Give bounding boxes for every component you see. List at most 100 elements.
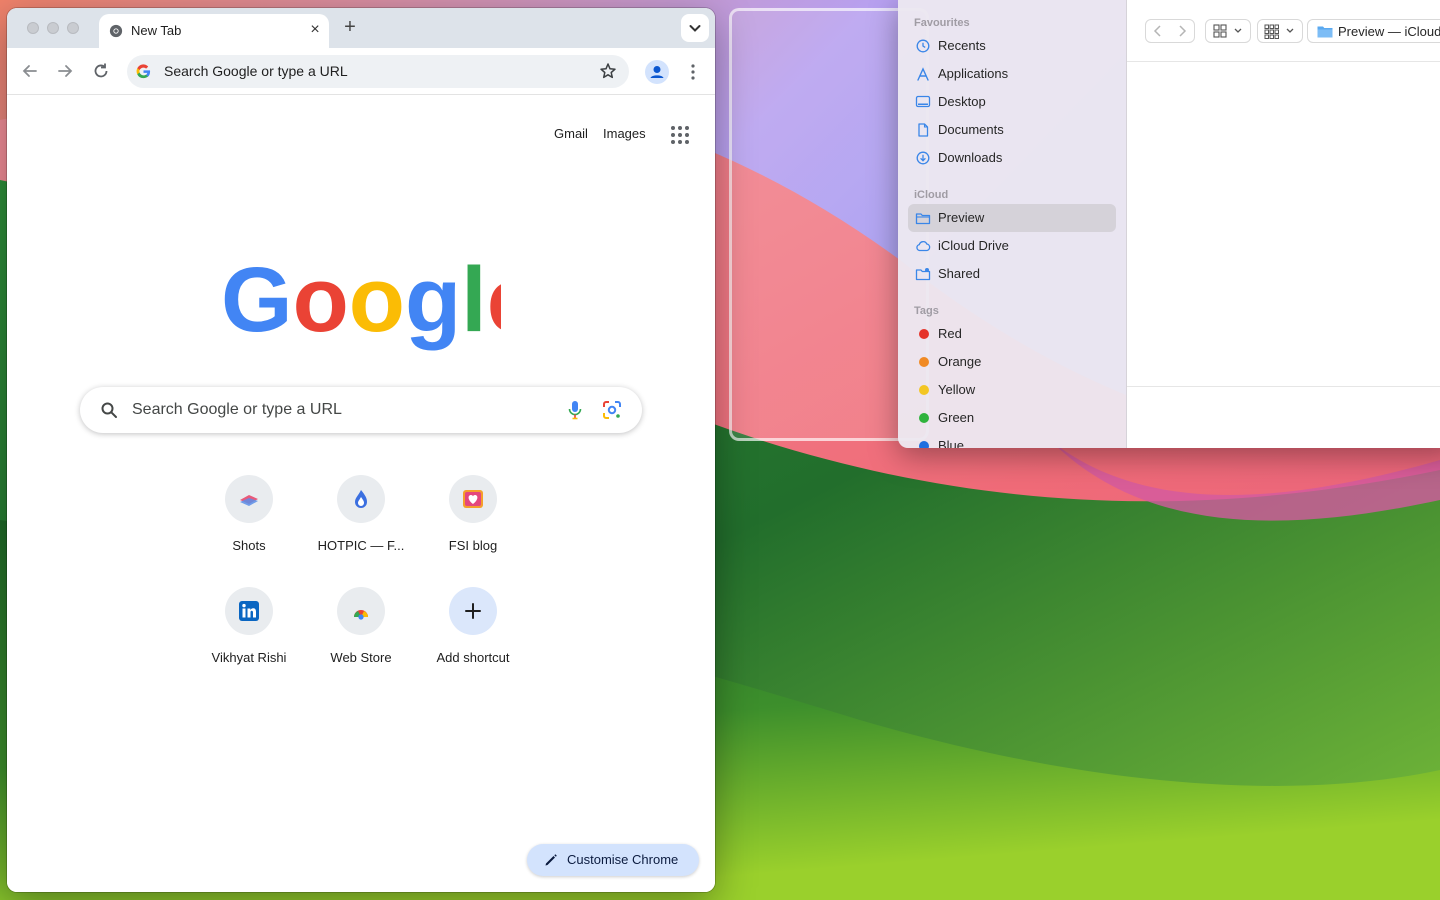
reload-icon[interactable] [90,60,112,82]
linkedin-icon [239,601,259,621]
sidebar-item-label: Desktop [938,94,986,109]
google-logo: Google [221,251,501,351]
chrome-window: New Tab × + Search Google or type a URL … [7,8,715,892]
cloud-icon [916,241,931,252]
shortcut-vikhyat-rishi[interactable]: Vikhyat Rishi [193,587,305,687]
close-window-button[interactable] [27,22,39,34]
shortcut-hotpic[interactable]: HOTPIC — F... [305,475,417,575]
tab-title: New Tab [131,23,182,38]
tab-new-tab[interactable]: New Tab × [99,14,329,48]
google-apps-icon[interactable] [670,125,690,145]
shortcut-label: FSI blog [448,538,498,553]
add-shortcut-button[interactable]: Add shortcut [417,587,529,687]
path-title[interactable]: Preview — iCloud [1307,19,1440,43]
new-tab-button[interactable]: + [339,17,361,39]
google-g-icon [136,64,151,79]
sidebar-item-icloud-drive[interactable]: iCloud Drive [908,232,1116,260]
shortcut-tile [449,587,497,635]
tab-search-button[interactable] [681,14,709,42]
sidebar-item-label: Green [938,410,975,425]
finder-toolbar: Preview — iCloud [1127,0,1440,62]
zoom-window-button[interactable] [67,22,79,34]
folder-icon [915,213,931,225]
group-icon [1264,24,1294,39]
logo-letter: g [405,251,461,351]
svg-text:Google: Google [221,251,501,351]
hotpic-icon [355,490,367,508]
sidebar-item-label: Orange [938,354,982,369]
more-vert-icon[interactable] [683,60,703,84]
new-tab-page: Gmail Images Google Search Google or typ… [7,96,715,892]
shortcut-web-store[interactable]: Web Store [305,587,417,687]
shots-icon [240,495,258,506]
group-by-button[interactable] [1257,19,1303,43]
sidebar-tag-orange[interactable]: Orange [908,348,1116,376]
shortcut-label: Shots [232,538,266,553]
fsi-blog-icon [463,490,483,508]
view-mode-button[interactable] [1205,19,1251,43]
shortcut-label: Vikhyat Rishi [211,650,287,665]
logo-letter: e [487,251,501,351]
search-placeholder: Search Google or type a URL [132,401,342,418]
chevron-left-icon[interactable] [1146,20,1170,42]
sidebar-item-label: Documents [938,122,1004,137]
tag-red-dot [919,329,929,339]
search-box[interactable]: Search Google or type a URL [80,387,642,433]
shortcut-shots[interactable]: Shots [193,475,305,575]
section-header-icloud: iCloud [914,189,949,201]
back-forward-buttons[interactable] [1145,19,1195,43]
profile-button[interactable] [645,60,669,84]
sidebar-item-label: iCloud Drive [938,238,1009,253]
document-icon [918,123,929,137]
shortcut-tile [337,475,385,523]
gmail-link[interactable]: Gmail [554,126,588,141]
sidebar-item-documents[interactable]: Documents [908,116,1116,144]
chevron-right-icon[interactable] [1170,20,1194,42]
sidebar-item-downloads[interactable]: Downloads [908,144,1116,172]
sidebar-item-desktop[interactable]: Desktop [908,88,1116,116]
address-bar[interactable]: Search Google or type a URL [127,55,629,88]
shortcut-fsi-blog[interactable]: FSI blog [417,475,529,575]
microphone-icon[interactable] [566,399,584,421]
window-title: Preview — iCloud [1338,24,1440,39]
pencil-icon [545,854,557,866]
tab-close-button[interactable]: × [305,20,325,40]
shortcut-label: Web Store [330,650,392,665]
customise-chrome-label: Customise Chrome [567,852,679,867]
tag-orange-dot [919,357,929,367]
shortcut-label: HOTPIC — F... [317,538,405,553]
finder-window: Favourites Recents Applications Desktop [898,0,1440,448]
shortcut-tile [225,587,273,635]
status-bar-divider [1127,386,1440,387]
search-icon [101,402,117,418]
sidebar-tag-yellow[interactable]: Yellow [908,376,1116,404]
customise-chrome-button[interactable]: Customise Chrome [527,844,699,876]
forward-arrow-icon[interactable] [54,60,76,82]
address-bar-placeholder: Search Google or type a URL [164,63,348,79]
bookmark-star-icon[interactable] [599,62,617,80]
sidebar-item-shared[interactable]: Shared [908,260,1116,288]
finder-sidebar: Favourites Recents Applications Desktop [898,0,1127,448]
sidebar-item-preview[interactable]: Preview [908,204,1116,232]
sidebar-tag-blue[interactable]: Blue [908,432,1116,448]
sidebar-item-label: Shared [938,266,980,281]
grid-view-icon [1213,24,1242,38]
download-icon [916,151,930,165]
logo-letter: G [221,251,293,351]
finder-content: Preview — iCloud [1127,0,1440,448]
sidebar-tag-green[interactable]: Green [908,404,1116,432]
sidebar-tag-red[interactable]: Red [908,320,1116,348]
minimize-window-button[interactable] [47,22,59,34]
sidebar-item-label: Applications [938,66,1009,81]
back-arrow-icon[interactable] [19,60,41,82]
sidebar-item-recents[interactable]: Recents [908,32,1116,60]
plus-icon [465,603,481,619]
folder-icon [1317,26,1333,38]
chevron-down-icon [689,25,701,32]
sidebar-item-label: Preview [938,210,985,225]
sidebar-item-applications[interactable]: Applications [908,60,1116,88]
sidebar-item-label: Recents [938,38,986,53]
section-header-favourites: Favourites [914,17,970,29]
google-lens-icon[interactable] [602,400,622,420]
images-link[interactable]: Images [603,126,646,141]
